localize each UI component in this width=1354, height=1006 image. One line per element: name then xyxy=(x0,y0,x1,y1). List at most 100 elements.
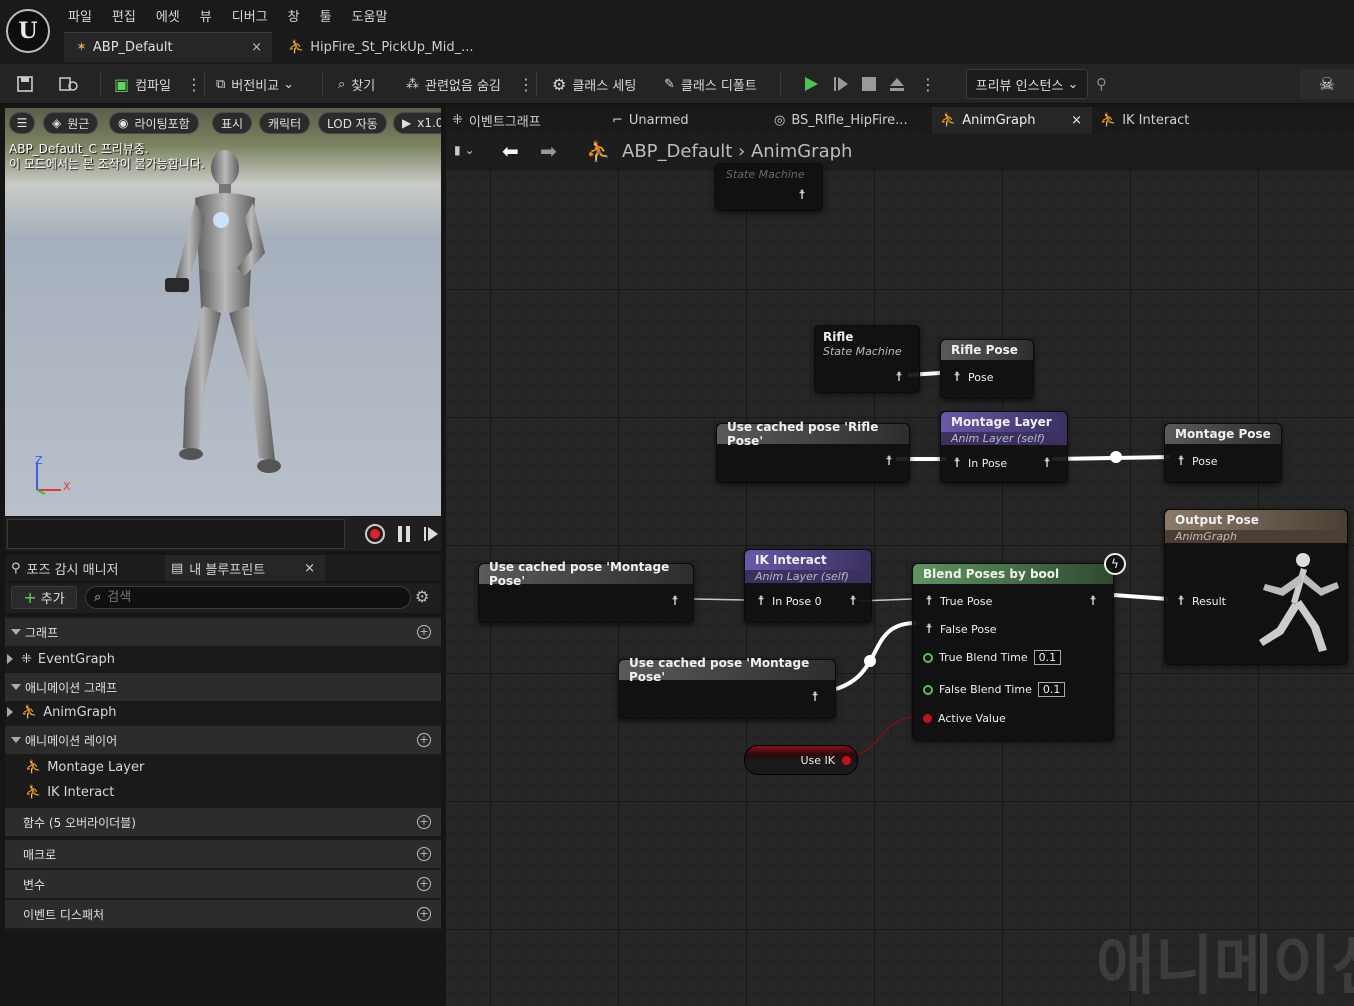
hide-unrelated-button[interactable]: ⁂ 관련없음 숨김 xyxy=(406,64,501,104)
timeline-scrub-bar[interactable] xyxy=(7,519,345,549)
add-circle-icon[interactable]: + xyxy=(417,733,431,747)
graph-tab-animgraph[interactable]: ⛹ AnimGraph × xyxy=(932,107,1092,133)
node-rifle-state-machine[interactable]: Rifle State Machine ☨ xyxy=(814,325,920,393)
tree-item-montage-layer[interactable]: ⛹ Montage Layer xyxy=(5,755,441,779)
node-input-pin[interactable]: ☨ Pose xyxy=(1175,454,1217,469)
menu-view[interactable]: 뷰 xyxy=(192,6,224,26)
node-cached-montage-pose-1[interactable]: Use cached pose 'Montage Pose' ☨ xyxy=(478,560,694,623)
add-button[interactable]: + 추가 xyxy=(11,586,77,609)
blueprint-search-field[interactable]: ⌕ xyxy=(85,586,411,609)
blueprint-search-input[interactable] xyxy=(107,590,368,605)
node-ik-interact[interactable]: IK Interact Anim Layer (self) ☨ In Pose 0… xyxy=(744,549,872,623)
close-icon[interactable]: × xyxy=(251,40,262,55)
back-arrow-button[interactable]: ⬅ xyxy=(502,139,519,163)
node-input-pin[interactable]: ☨ Result xyxy=(1175,594,1226,609)
node-state-machine-top[interactable]: State Machine ☨ xyxy=(715,163,823,211)
compile-options-kebab[interactable]: ⋮ xyxy=(186,64,202,104)
node-input-pin-true-pose[interactable]: ☨ True Pose xyxy=(923,594,992,609)
node-montage-pose[interactable]: Montage Pose ☨ Pose xyxy=(1164,423,1282,483)
breadcrumb-current[interactable]: AnimGraph xyxy=(751,141,852,162)
step-button[interactable] xyxy=(832,64,850,104)
section-anim-layers[interactable]: 애니메이션 레이어 + xyxy=(5,726,441,754)
bookmark-button[interactable]: ▮ ⌄ xyxy=(454,143,475,157)
pose-pin-icon[interactable]: ☨ xyxy=(809,690,826,705)
node-input-pin-false-blend-time[interactable]: False Blend Time 0.1 xyxy=(923,682,1066,697)
node-use-ik-variable[interactable]: Use IK xyxy=(744,745,858,775)
menu-help[interactable]: 도움말 xyxy=(344,6,400,26)
false-blend-time-value[interactable]: 0.1 xyxy=(1037,682,1066,697)
node-cached-montage-pose-2[interactable]: Use cached pose 'Montage Pose' ☨ xyxy=(618,656,836,719)
play-options-kebab[interactable]: ⋮ xyxy=(920,64,936,104)
graph-tab-eventgraph[interactable]: ⁜ 이벤트그래프 xyxy=(452,107,541,133)
play-button[interactable] xyxy=(802,64,820,104)
viewport-lod-button[interactable]: LOD 자동 xyxy=(318,112,387,134)
doc-tab-abp-default[interactable]: ✶ ABP_Default × xyxy=(64,32,272,62)
menu-debug[interactable]: 디버그 xyxy=(224,6,280,26)
viewport-perspective-button[interactable]: ◈ 원근 xyxy=(43,112,99,134)
tab-my-blueprint[interactable]: ▤ 내 블루프린트 × xyxy=(165,555,325,581)
node-montage-layer[interactable]: Montage Layer Anim Layer (self) ☨ In Pose… xyxy=(940,411,1068,483)
pose-pin-icon[interactable]: ☨ xyxy=(1041,456,1058,471)
stop-button[interactable] xyxy=(860,64,878,104)
save-button[interactable] xyxy=(16,64,34,104)
menu-file[interactable]: 파일 xyxy=(60,6,104,26)
node-input-pin[interactable]: ☨ In Pose xyxy=(951,456,1007,471)
class-defaults-button[interactable]: ✎ 클래스 디폴트 xyxy=(664,64,757,104)
viewport-speed-button[interactable]: ▶ x1.0 xyxy=(393,112,441,134)
section-graphs[interactable]: 그래프 + xyxy=(5,618,441,646)
browse-button[interactable] xyxy=(58,64,80,104)
diff-button[interactable]: ⧉ 버전비교 ⌄ xyxy=(216,64,294,104)
close-icon[interactable]: × xyxy=(304,561,315,576)
pose-pin-icon[interactable]: ☨ xyxy=(669,594,686,609)
graph-tab-ik-interact[interactable]: ⛹ IK Interact xyxy=(1100,107,1189,133)
pause-button[interactable] xyxy=(397,525,411,546)
add-circle-icon[interactable]: + xyxy=(417,907,431,921)
debug-object-button[interactable]: ⚲ xyxy=(1096,64,1107,104)
unreal-logo-icon[interactable]: U xyxy=(6,9,50,53)
compile-button[interactable]: ▣ 컴파일 xyxy=(114,64,171,104)
bool-pin-icon[interactable] xyxy=(842,756,851,765)
viewport-menu-button[interactable]: ☰ xyxy=(9,112,35,134)
node-input-pin-false-pose[interactable]: ☨ False Pose xyxy=(923,622,996,637)
add-circle-icon[interactable]: + xyxy=(417,877,431,891)
menu-edit[interactable]: 편집 xyxy=(104,6,148,26)
menu-window[interactable]: 창 xyxy=(280,6,312,26)
breadcrumb-root[interactable]: ABP_Default xyxy=(622,141,732,162)
pose-pin-icon[interactable]: ☨ xyxy=(883,454,900,469)
section-anim-graphs[interactable]: 애니메이션 그래프 xyxy=(5,673,441,701)
menu-asset[interactable]: 에셋 xyxy=(148,6,192,26)
anim-graph-canvas[interactable]: ▮ ⌄ ⬅ ➡ ⛹ ABP_Default › AnimGraph State … xyxy=(446,133,1354,1006)
node-cached-rifle-pose[interactable]: Use cached pose 'Rifle Pose' ☨ xyxy=(716,420,910,483)
true-blend-time-value[interactable]: 0.1 xyxy=(1033,650,1062,665)
node-input-pin[interactable]: ☨ In Pose 0 xyxy=(755,594,821,609)
pose-pin-icon[interactable]: ☨ xyxy=(796,188,813,203)
node-output-pose[interactable]: Output Pose AnimGraph ☨ Result xyxy=(1164,509,1348,665)
node-input-pin-true-blend-time[interactable]: True Blend Time 0.1 xyxy=(923,650,1062,665)
tab-pose-watch[interactable]: ⚲ 포즈 감시 매니저 xyxy=(11,555,119,581)
skeleton-mode-button[interactable]: ☠ xyxy=(1300,69,1354,99)
node-input-pin[interactable]: ☨ Pose xyxy=(951,370,993,385)
step-forward-button[interactable] xyxy=(423,525,439,546)
add-circle-icon[interactable]: + xyxy=(417,815,431,829)
graph-tab-blendspace[interactable]: ◎ BS_RIfle_HipFire... xyxy=(774,107,908,133)
section-variables[interactable]: 변수 + xyxy=(5,870,441,898)
node-rifle-pose[interactable]: Rifle Pose ☨ Pose xyxy=(940,339,1034,399)
pose-pin-icon[interactable]: ☨ xyxy=(893,370,910,385)
tree-item-eventgraph[interactable]: ⁜ EventGraph xyxy=(5,647,441,671)
add-circle-icon[interactable]: + xyxy=(417,847,431,861)
viewport-lit-button[interactable]: ◉ 라이팅포함 xyxy=(109,112,199,134)
graph-tab-unarmed[interactable]: ⌐ Unarmed xyxy=(612,107,689,133)
section-macros[interactable]: 매크로 + xyxy=(5,840,441,868)
preview-viewport[interactable]: ☰ ◈ 원근 ◉ 라이팅포함 표시 캐릭터 LOD 자동 ▶ x1.0 ABP_Def… xyxy=(5,108,441,516)
tree-item-animgraph[interactable]: ⛹ AnimGraph xyxy=(5,700,441,724)
hide-options-kebab[interactable]: ⋮ xyxy=(518,64,534,104)
doc-tab-hipfire[interactable]: ⛹ HipFire_St_PickUp_Mid_... xyxy=(284,32,484,62)
menu-tools[interactable]: 툴 xyxy=(312,6,344,26)
pose-pin-icon[interactable]: ☨ xyxy=(847,594,864,609)
forward-arrow-button[interactable]: ➡ xyxy=(540,139,557,163)
tree-item-ik-interact[interactable]: ⛹ IK Interact xyxy=(5,780,441,804)
find-button[interactable]: ⌕ 찾기 xyxy=(338,64,375,104)
pose-pin-icon[interactable]: ☨ xyxy=(1087,594,1104,609)
add-circle-icon[interactable]: + xyxy=(417,625,431,639)
close-icon[interactable]: × xyxy=(1071,113,1082,128)
